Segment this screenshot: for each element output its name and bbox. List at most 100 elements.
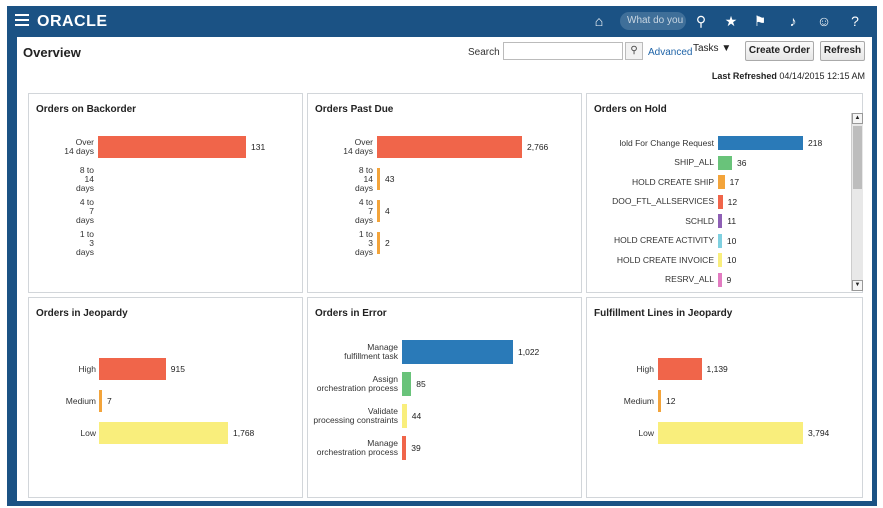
bar[interactable] (658, 422, 803, 444)
search-label: Search (468, 47, 500, 58)
tile-orders-in-jeopardy[interactable]: Orders in Jeopardy High 915 Medium 7 Low 1,76… (28, 297, 303, 498)
tile-scrollbar[interactable]: ▲ ▼ (851, 113, 863, 291)
home-icon[interactable]: ⌂ (590, 12, 608, 30)
value-label: 2,766 (527, 142, 549, 152)
category-label: Over 14 days (64, 137, 94, 156)
category-label: 4 to 7 days (76, 196, 94, 225)
value-label: 39 (411, 443, 421, 453)
category-label: Manage orchestration process (316, 438, 398, 457)
bar[interactable] (402, 340, 513, 364)
tile-fulfillment-lines-in-jeopardy[interactable]: Fulfillment Lines in Jeopardy High 1,139 M… (586, 297, 863, 498)
category-label: 1 to 3 days (355, 228, 373, 257)
category-label: High (636, 363, 654, 374)
value-label: 12 (727, 196, 738, 207)
search-button[interactable]: ⚲ (625, 42, 643, 60)
bar[interactable] (658, 358, 702, 380)
bar[interactable] (99, 358, 166, 380)
tasks-menu[interactable]: Tasks ▼ (693, 43, 731, 54)
value-label: 10 (726, 235, 737, 246)
tile-title: Orders in Jeopardy (36, 308, 128, 319)
refresh-button[interactable]: Refresh (820, 41, 865, 61)
scroll-thumb[interactable] (853, 126, 862, 189)
bar[interactable] (402, 404, 407, 428)
advanced-search-link[interactable]: Advanced (648, 47, 692, 58)
value-label: 43 (385, 174, 395, 184)
bar[interactable] (718, 253, 722, 267)
menu-icon[interactable] (15, 14, 29, 26)
category-label: 8 to 14 days (355, 164, 373, 193)
bar[interactable] (98, 136, 246, 158)
last-refreshed-label: Last Refreshed (711, 71, 777, 81)
flag-icon[interactable]: ⚑ (751, 12, 769, 30)
scroll-down-arrow-icon[interactable]: ▼ (852, 280, 863, 291)
value-label: 36 (737, 157, 747, 168)
bar[interactable] (718, 194, 723, 209)
category-label: 4 to 7 days (355, 196, 373, 225)
favorites-star-icon[interactable]: ★ (722, 12, 740, 30)
category-label: 1 to 3 days (76, 228, 94, 257)
category-label: Low (80, 427, 96, 438)
overview-panel: Overview Search ⚲ Advanced Tasks ▼ Creat… (17, 37, 872, 501)
category-label: lold For Change Request (619, 137, 714, 148)
tile-orders-on-backorder[interactable]: Orders on Backorder Over 14 days 131 8 to 14… (28, 93, 303, 293)
value-label: 1,022 (518, 347, 540, 357)
category-label: Over 14 days (343, 137, 373, 156)
category-label: High (78, 363, 96, 374)
bar[interactable] (658, 390, 661, 412)
tile-title: Orders on Backorder (36, 104, 137, 115)
value-label: 131 (251, 142, 266, 152)
value-label: 17 (729, 177, 740, 187)
value-label: 85 (416, 379, 426, 389)
tile-orders-on-hold[interactable]: Orders on Hold ▲ ▼ lold For Change Reque… (586, 93, 863, 293)
scroll-up-arrow-icon[interactable]: ▲ (852, 113, 863, 124)
category-label: HOLD CREATE INVOICE (616, 254, 714, 265)
category-label: Medium (623, 395, 654, 406)
accessibility-icon[interactable]: ☺ (815, 12, 833, 30)
bar[interactable] (718, 136, 803, 150)
value-label: 1,139 (706, 364, 728, 374)
help-icon[interactable]: ? (846, 12, 864, 30)
bar[interactable] (718, 155, 733, 170)
search-input[interactable] (503, 42, 623, 60)
global-header: ORACLE ⌂ What do you n ⚲ ★ ⚑ ♪ ☺ ? (7, 6, 877, 36)
tile-orders-past-due[interactable]: Orders Past Due Over 14 days 2,766 8 to 14 da… (307, 93, 582, 293)
value-label: 44 (411, 411, 422, 421)
bar[interactable] (402, 372, 412, 396)
bar[interactable] (718, 175, 725, 189)
category-label: HOLD CREATE ACTIVITY (614, 235, 714, 245)
bar[interactable] (377, 200, 380, 222)
value-label: 915 (170, 364, 185, 374)
bar[interactable] (377, 136, 522, 158)
value-label: 12 (666, 396, 676, 406)
bar[interactable] (718, 214, 723, 228)
category-label: DOO_FTL_ALLSERVICES (612, 196, 714, 206)
category-label: RESRV_ALL (665, 274, 714, 284)
bar[interactable] (99, 390, 102, 412)
value-label: 218 (808, 138, 823, 148)
tile-title: Orders in Error (315, 308, 387, 319)
bar[interactable] (377, 232, 380, 254)
oracle-logo: ORACLE (37, 13, 108, 30)
bar[interactable] (402, 436, 407, 460)
value-label: 9 (726, 274, 732, 285)
notifications-bell-icon[interactable]: ♪ (784, 12, 802, 30)
value-label: 11 (727, 216, 737, 226)
bar[interactable] (718, 272, 722, 287)
last-refreshed: Last Refreshed 04/14/2015 12:15 AM (617, 71, 865, 81)
value-label: 1,768 (233, 428, 255, 438)
category-label: SCHLD (685, 215, 714, 226)
search-icon[interactable]: ⚲ (692, 12, 710, 30)
category-label: Low (638, 427, 654, 438)
bar[interactable] (377, 168, 380, 190)
category-label: 8 to 14 days (76, 164, 94, 193)
category-label: Validate processing constraints (313, 406, 398, 425)
category-label: SHIP_ALL (674, 157, 714, 167)
category-label: Manage fulfillment task (344, 342, 398, 361)
tile-orders-in-error[interactable]: Orders in Error Manage fulfillment task 1,… (307, 297, 582, 498)
create-order-button[interactable]: Create Order (745, 41, 814, 61)
global-search-input[interactable]: What do you n (620, 12, 686, 30)
tile-title: Orders Past Due (315, 104, 394, 115)
last-refreshed-value: 04/14/2015 12:15 AM (779, 71, 865, 81)
bar[interactable] (718, 233, 722, 248)
bar[interactable] (99, 422, 228, 444)
